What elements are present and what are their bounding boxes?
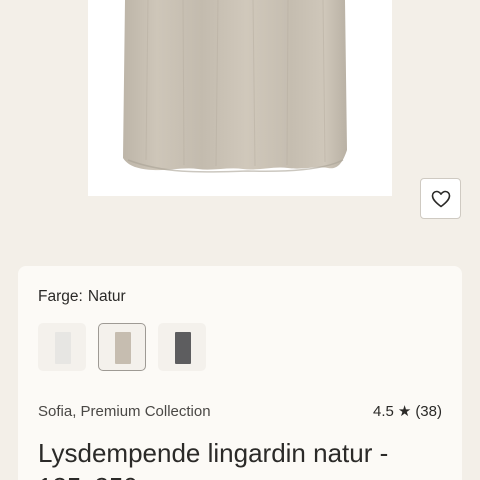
review-count: (38)	[415, 402, 442, 420]
product-gallery	[0, 0, 480, 262]
color-swatch-natur[interactable]	[98, 323, 146, 371]
product-image[interactable]	[88, 0, 392, 196]
product-info-card: Farge: Natur Sofia, Premium Collection 4…	[18, 266, 462, 480]
curtain-image	[123, 0, 347, 173]
swatch-image	[55, 332, 71, 364]
product-title: Lysdempende lingardin natur - 135x250 cm	[38, 438, 389, 480]
color-label: Farge:	[38, 288, 83, 305]
color-swatches	[38, 323, 206, 371]
color-value: Natur	[87, 288, 126, 305]
color-selection-label: Farge: Natur	[38, 288, 126, 306]
favorite-button[interactable]	[420, 178, 461, 219]
color-swatch-grey[interactable]	[158, 323, 206, 371]
heart-outline-icon	[431, 190, 450, 207]
product-meta-row: Sofia, Premium Collection 4.5 ★ (38)	[38, 402, 442, 421]
brand-link[interactable]: Sofia, Premium Collection	[38, 403, 211, 420]
swatch-image	[175, 332, 191, 364]
rating[interactable]: 4.5 ★ (38)	[373, 402, 442, 421]
rating-value: 4.5	[373, 402, 394, 420]
swatch-image	[115, 332, 131, 364]
color-swatch-white[interactable]	[38, 323, 86, 371]
star-icon: ★	[397, 403, 412, 420]
